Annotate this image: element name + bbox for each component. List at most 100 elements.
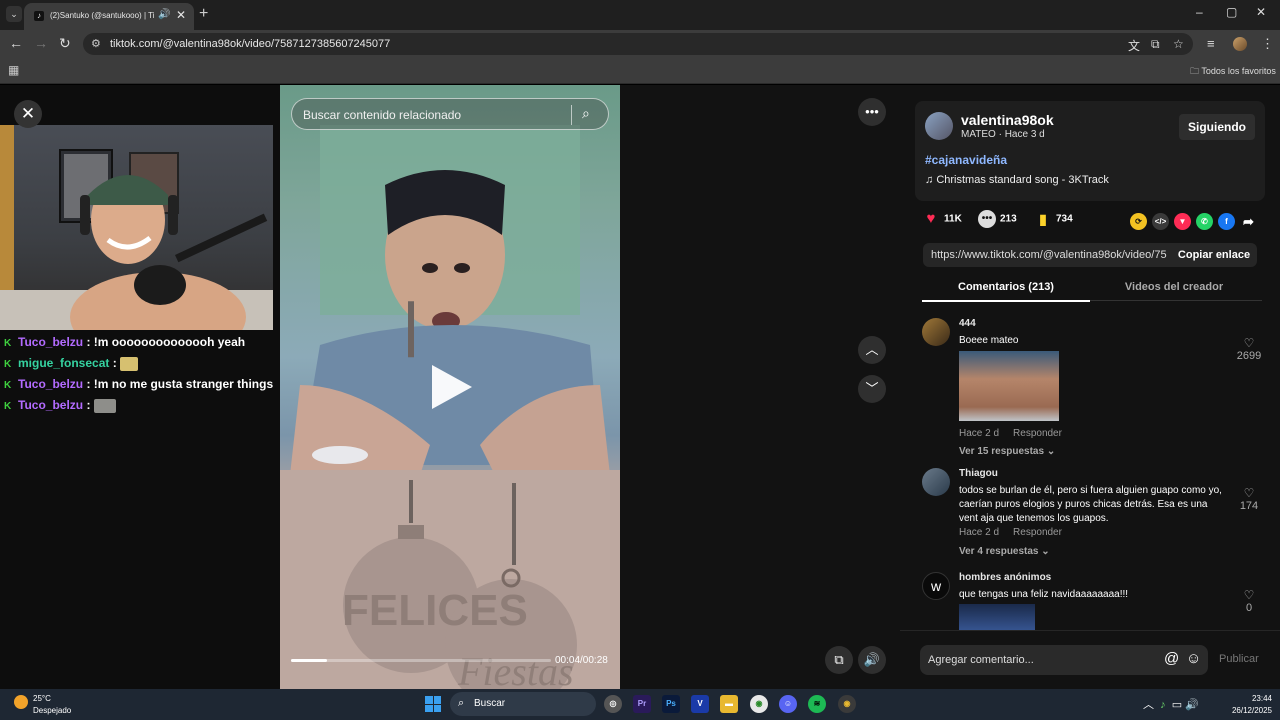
minimize-button[interactable]: – [1196, 5, 1203, 19]
tab-close-icon[interactable]: ✕ [176, 8, 186, 22]
music-link[interactable]: ♫ Christmas standard song - 3KTrack [925, 174, 1109, 186]
translate-icon[interactable]: 文 [1128, 37, 1140, 54]
comment-button[interactable]: ••• 213 [978, 210, 1017, 228]
speaker-icon[interactable]: 🔊 [1185, 699, 1199, 711]
video-link[interactable]: https://www.tiktok.com/@valentina98ok/vi… [931, 249, 1167, 261]
chat-user[interactable]: Tuco_belzu [18, 335, 83, 349]
save-button[interactable]: ▮ 734 [1034, 210, 1073, 228]
copy-link-box: https://www.tiktok.com/@valentina98ok/vi… [923, 243, 1257, 267]
system-tray[interactable]: ︿ ♪ ▭ 🔊 [1143, 696, 1199, 712]
tray-chevron-icon[interactable]: ︿ [1143, 699, 1154, 711]
copilot-app-icon[interactable]: ◎ [604, 695, 622, 713]
chrome-profile-app-icon[interactable]: ◉ [838, 695, 856, 713]
browser-tab-bar: ⌄ ♪ (2)Santuko (@santukooo) | Tik 🔊 ✕ + … [0, 0, 1280, 30]
photoshop-app-icon[interactable]: Ps [662, 695, 680, 713]
tab-list-button[interactable]: ⌄ [6, 6, 22, 22]
reply-button[interactable]: Responder [1013, 527, 1062, 538]
vegas-app-icon[interactable]: V [691, 695, 709, 713]
creator-avatar[interactable] [925, 112, 953, 140]
facebook-icon[interactable]: f [1218, 213, 1235, 230]
like-button[interactable]: ♥ 11K [922, 210, 962, 228]
taskbar-clock[interactable]: 23:44 26/12/2025 [1224, 693, 1272, 717]
creator-username[interactable]: valentina98ok [961, 112, 1054, 128]
creator-card: valentina98ok MATEO · Hace 3 d Siguiendo… [915, 101, 1265, 201]
commenter-avatar[interactable] [922, 318, 950, 346]
repost-icon[interactable]: ⟳ [1130, 213, 1147, 230]
comment-like-button[interactable]: ♡ 0 [1232, 588, 1266, 614]
premiere-app-icon[interactable]: Pr [633, 695, 651, 713]
reply-button[interactable]: Responder [1013, 428, 1062, 439]
omnibox[interactable]: ⚙ tiktok.com/@valentina98ok/video/758712… [83, 33, 1193, 55]
send-to-friends-icon[interactable]: ▼ [1174, 213, 1191, 230]
video-player[interactable]: FELICES Fiestas Buscar contenido relacio… [280, 85, 620, 689]
apps-grid-icon[interactable]: ▦ [8, 63, 19, 77]
file-explorer-icon[interactable]: ▬ [720, 695, 738, 713]
commenter-name[interactable]: 444 [959, 318, 976, 329]
close-window-button[interactable]: ✕ [1256, 5, 1266, 19]
media-controls-icon[interactable]: ≡ [1207, 36, 1215, 51]
bookmark-icon: ▮ [1039, 211, 1047, 227]
post-comment-button[interactable]: Publicar [1219, 653, 1259, 665]
browser-tab-active[interactable]: ♪ (2)Santuko (@santukooo) | Tik 🔊 ✕ [24, 3, 194, 30]
hashtag-link[interactable]: #cajanavideña [925, 153, 1007, 167]
reload-icon[interactable]: ↻ [59, 35, 71, 52]
floating-player-icon[interactable]: ⧉ [825, 646, 853, 674]
search-icon[interactable]: ⌕ [582, 105, 590, 122]
chat-user[interactable]: Tuco_belzu [18, 377, 83, 391]
install-app-icon[interactable]: ⧉ [1151, 37, 1160, 52]
new-tab-button[interactable]: + [199, 5, 208, 23]
profile-avatar[interactable] [1233, 37, 1247, 51]
commenter-avatar[interactable] [922, 468, 950, 496]
tab-creator-videos[interactable]: Videos del creador [1090, 281, 1258, 293]
close-video-button[interactable]: ✕ [14, 100, 42, 128]
maximize-button[interactable]: ▢ [1226, 5, 1237, 19]
related-search-placeholder[interactable]: Buscar contenido relacionado [303, 108, 461, 122]
whatsapp-icon[interactable]: ✆ [1196, 213, 1213, 230]
taskbar-search[interactable]: ⌕ Buscar [450, 692, 596, 716]
chat-user[interactable]: Tuco_belzu [18, 398, 83, 412]
comment-input[interactable]: Agregar comentario... @ ☺ [920, 645, 1208, 675]
discord-app-icon[interactable]: ☺ [779, 695, 797, 713]
all-bookmarks-link[interactable]: 🗀 Todos los favoritos [1190, 64, 1276, 80]
video-progress-bar[interactable] [291, 659, 551, 662]
next-video-down-icon[interactable]: ﹀ [858, 375, 886, 403]
more-options-icon[interactable]: ••• [858, 98, 886, 126]
emoji-icon[interactable]: ☺ [1186, 650, 1201, 667]
spotify-app-icon[interactable]: ≋ [808, 695, 826, 713]
tab-comments[interactable]: Comentarios (213) [922, 281, 1090, 302]
related-search-box[interactable]: Buscar contenido relacionado ⌕ [291, 98, 609, 130]
forward-arrow-icon[interactable]: → [34, 35, 48, 51]
network-icon[interactable]: ▭ [1172, 699, 1182, 711]
previous-video-up-icon[interactable]: ︿ [858, 336, 886, 364]
volume-icon[interactable]: 🔊 [858, 646, 886, 674]
comment-image[interactable] [959, 351, 1059, 421]
comment-like-button[interactable]: ♡ 174 [1232, 486, 1266, 512]
comment-input-placeholder[interactable]: Agregar comentario... [928, 654, 1034, 666]
mention-icon[interactable]: @ [1164, 650, 1179, 667]
microphone-icon[interactable]: ♪ [1160, 699, 1166, 711]
back-arrow-icon[interactable]: ← [9, 35, 23, 51]
chat-user[interactable]: migue_fonsecat [18, 356, 109, 370]
play-icon[interactable] [432, 365, 472, 409]
view-replies-button[interactable]: Ver 4 respuestas ⌄ [959, 546, 1050, 557]
site-info-icon[interactable]: ⚙ [91, 37, 101, 50]
clock-date: 26/12/2025 [1231, 706, 1272, 715]
chrome-app-icon[interactable]: ◉ [750, 695, 768, 713]
view-replies-label: Ver 15 respuestas [959, 446, 1045, 457]
comment-image[interactable] [959, 604, 1035, 630]
commenter-name[interactable]: hombres anónimos [959, 572, 1051, 583]
view-replies-button[interactable]: Ver 15 respuestas ⌄ [959, 446, 1055, 457]
following-button[interactable]: Siguiendo [1179, 114, 1255, 140]
url-text[interactable]: tiktok.com/@valentina98ok/video/75871273… [110, 38, 390, 50]
commenter-avatar[interactable]: ᴡ [922, 572, 950, 600]
stream-overlay: ✕ K Tuco_belzu : !m oooooooooooooh yeah … [0, 85, 280, 689]
windows-start-icon[interactable] [425, 696, 441, 712]
share-arrow-icon[interactable]: ➦ [1240, 213, 1257, 230]
menu-kebab-icon[interactable]: ⋮ [1261, 36, 1274, 52]
commenter-name[interactable]: Thiagou [959, 468, 998, 479]
embed-icon[interactable]: </> [1152, 213, 1169, 230]
tab-audio-icon[interactable]: 🔊 [158, 9, 170, 20]
copy-link-button[interactable]: Copiar enlace [1171, 243, 1257, 267]
bookmark-star-icon[interactable]: ☆ [1173, 37, 1184, 51]
comment-like-button[interactable]: ♡ 2699 [1232, 336, 1266, 362]
